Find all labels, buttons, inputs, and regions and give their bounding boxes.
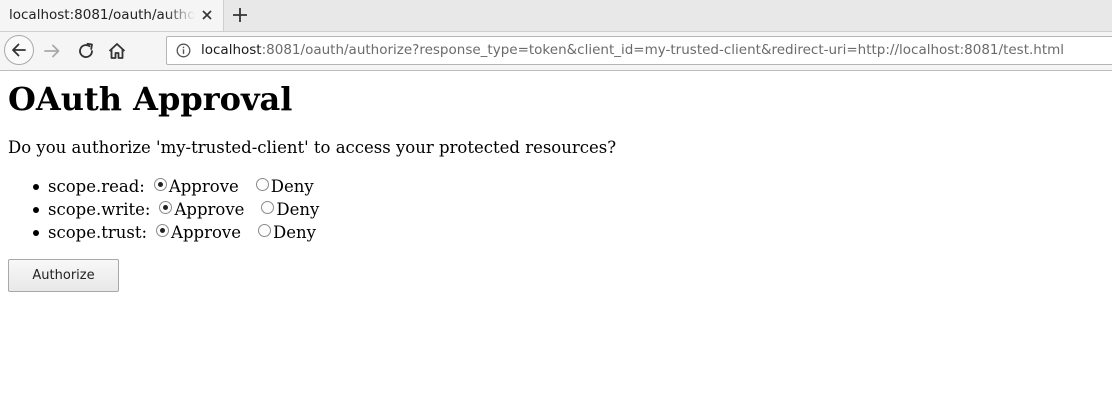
approve-option[interactable]: Approve <box>150 200 252 220</box>
authorize-button[interactable]: Authorize <box>8 259 119 292</box>
url-host: localhost <box>201 42 262 58</box>
approve-label: Approve <box>174 200 245 219</box>
deny-option[interactable]: Deny <box>249 223 324 243</box>
bullet-icon <box>33 207 39 213</box>
deny-option[interactable]: Deny <box>252 200 327 220</box>
deny-radio[interactable] <box>261 200 275 214</box>
bullet-icon <box>33 184 39 190</box>
arrow-right-icon[interactable] <box>42 41 62 61</box>
plus-icon[interactable] <box>231 6 249 24</box>
browser-window: localhost:8081/oauth/authorize?response_… <box>0 0 1112 408</box>
browser-tab[interactable]: localhost:8081/oauth/authorize?response_… <box>0 0 224 31</box>
scope-name: scope.trust: <box>48 223 148 242</box>
tab-title: localhost:8081/oauth/authorize?response_… <box>9 7 195 23</box>
scope-name: scope.read: <box>48 177 145 196</box>
bullet-icon <box>33 230 39 236</box>
page-content: OAuth Approval Do you authorize 'my-trus… <box>0 71 1112 408</box>
deny-label: Deny <box>270 177 314 196</box>
address-url: localhost:8081/oauth/authorize?response_… <box>201 42 1064 58</box>
approve-radio[interactable] <box>153 177 167 191</box>
url-path: :8081/oauth/authorize?response_type=toke… <box>261 42 1065 58</box>
deny-option[interactable]: Deny <box>247 177 322 197</box>
approve-radio[interactable] <box>159 200 173 214</box>
close-icon[interactable] <box>200 8 214 22</box>
navigation-bar: localhost:8081/oauth/authorize?response_… <box>0 32 1112 71</box>
back-button[interactable] <box>4 35 34 65</box>
page-title: OAuth Approval <box>8 80 293 118</box>
deny-radio[interactable] <box>257 223 271 237</box>
approve-radio[interactable] <box>156 223 170 237</box>
info-icon[interactable] <box>176 43 191 58</box>
address-bar[interactable]: localhost:8081/oauth/authorize?response_… <box>166 36 1112 65</box>
approve-option[interactable]: Approve <box>145 177 247 197</box>
deny-label: Deny <box>272 223 316 242</box>
tab-strip: localhost:8081/oauth/authorize?response_… <box>0 0 1112 32</box>
reload-icon[interactable] <box>76 41 96 61</box>
arrow-left-icon <box>12 43 26 57</box>
authorization-question: Do you authorize 'my-trusted-client' to … <box>8 138 617 157</box>
deny-radio[interactable] <box>255 177 269 191</box>
home-icon[interactable] <box>107 41 127 61</box>
approve-label: Approve <box>168 177 239 196</box>
approve-option[interactable]: Approve <box>147 223 249 243</box>
scope-name: scope.write: <box>48 200 151 219</box>
approve-label: Approve <box>171 223 241 242</box>
deny-label: Deny <box>276 200 320 219</box>
